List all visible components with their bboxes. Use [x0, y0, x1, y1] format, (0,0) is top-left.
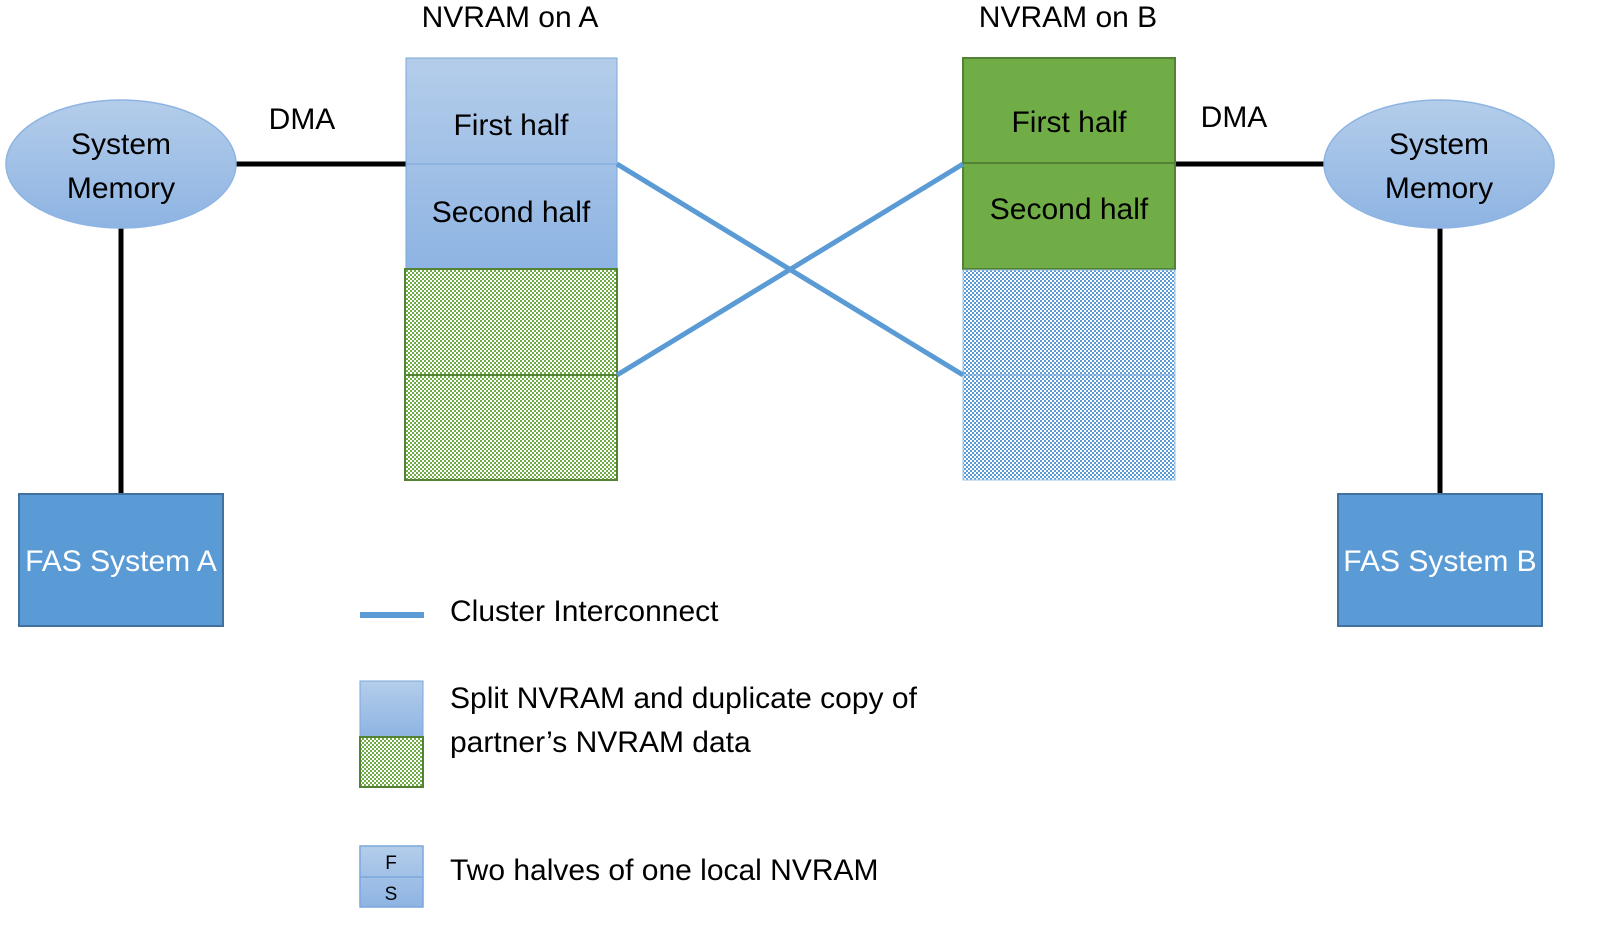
nvram-b-title: NVRAM on B — [979, 1, 1157, 34]
nvram-b: First half Second half — [962, 57, 1176, 481]
nvram-b-first-half: First half — [1011, 106, 1127, 139]
legend-item-split-nvram: Split NVRAM and duplicate copy of partne… — [359, 680, 918, 788]
fs-stack-icon: F S — [359, 845, 424, 908]
legend-green-swatch — [359, 736, 424, 788]
dma-label-b: DMA — [1201, 101, 1268, 134]
legend-s-letter: S — [385, 884, 398, 905]
blue-green-stack-icon — [359, 680, 424, 788]
dma-label-a: DMA — [269, 103, 336, 136]
legend: Cluster Interconnect Split NVRAM and dup… — [359, 595, 918, 908]
system-memory-b-ellipse — [1323, 99, 1555, 229]
system-memory-a-line2: Memory — [67, 172, 175, 205]
fas-system-a: FAS System A — [18, 493, 224, 627]
nvram-a-title: NVRAM on A — [422, 1, 599, 34]
system-memory-b-line2: Memory — [1385, 172, 1493, 205]
system-memory-b-line1: System — [1389, 128, 1489, 161]
nvram-mirroring-diagram: NVRAM on A NVRAM on B DMA DMA System Mem… — [5, 1, 1555, 908]
system-memory-b: System Memory — [1323, 99, 1555, 229]
nvram-a: First half Second half — [404, 57, 618, 481]
legend-split-nvram-line2: partner’s NVRAM data — [450, 726, 751, 759]
legend-item-interconnect: Cluster Interconnect — [360, 595, 719, 628]
legend-split-nvram-line1: Split NVRAM and duplicate copy of — [450, 682, 918, 715]
nvram-a-second-half: Second half — [432, 196, 591, 229]
nvram-b-second-half: Second half — [990, 193, 1149, 226]
legend-f-letter: F — [385, 853, 397, 874]
system-memory-a-ellipse — [5, 99, 237, 229]
legend-interconnect-label: Cluster Interconnect — [450, 595, 719, 628]
system-memory-a-line1: System — [71, 128, 171, 161]
fas-system-b-label: FAS System B — [1343, 545, 1536, 578]
fas-system-a-label: FAS System A — [25, 545, 217, 578]
nvram-a-first-half: First half — [453, 109, 569, 142]
legend-blue-swatch — [359, 680, 424, 738]
system-memory-a: System Memory — [5, 99, 237, 229]
legend-item-two-halves: F S Two halves of one local NVRAM — [359, 845, 879, 908]
legend-two-halves-label: Two halves of one local NVRAM — [450, 854, 879, 887]
fas-system-b: FAS System B — [1337, 493, 1543, 627]
